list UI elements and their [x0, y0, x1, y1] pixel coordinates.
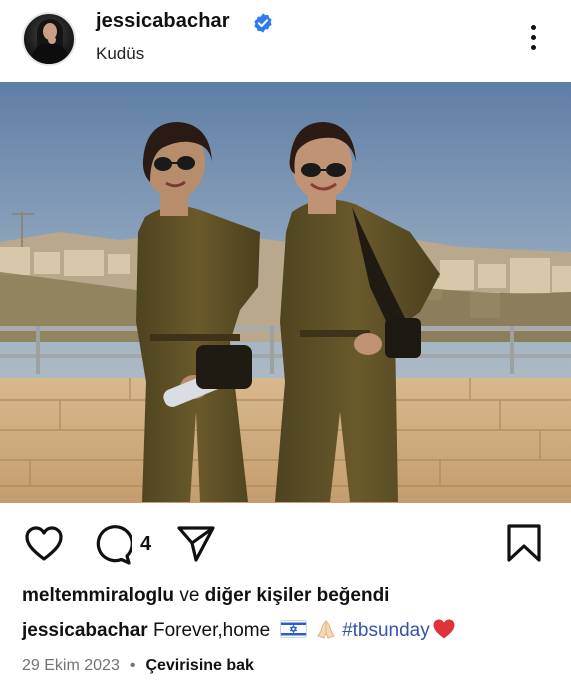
post-location[interactable]: Kudüs: [96, 44, 144, 64]
folded-hands-icon: [317, 620, 335, 639]
caption-text: Forever,home: [152, 620, 271, 641]
meta-separator: •: [129, 657, 136, 674]
liker-username[interactable]: meltemmiraloglu: [22, 585, 174, 606]
post-action-bar: 4: [0, 503, 571, 583]
post-date: 29 Ekim 2023: [22, 657, 120, 674]
share-icon[interactable]: [176, 523, 216, 563]
post-meta: 29 Ekim 2023 • Çevirisine bak: [22, 657, 254, 675]
profile-avatar[interactable]: [22, 12, 76, 66]
likes-others[interactable]: diğer kişiler beğendi: [205, 585, 390, 606]
post-username[interactable]: jessicabachar: [96, 10, 230, 33]
see-translation-link[interactable]: Çevirisine bak: [145, 657, 254, 674]
post-photo[interactable]: [0, 82, 571, 503]
verified-badge-icon: [254, 13, 272, 33]
like-icon[interactable]: [24, 524, 64, 564]
israel-flag-icon: [279, 620, 307, 638]
post-caption: jessicabachar Forever,home #tbsunday: [22, 618, 456, 642]
caption-username[interactable]: jessicabachar: [22, 620, 148, 641]
likes-summary[interactable]: meltemmiraloglu ve diğer kişiler beğendi: [22, 585, 389, 607]
comment-count[interactable]: 4: [140, 533, 151, 556]
comment-icon[interactable]: [92, 523, 132, 565]
red-heart-icon: [433, 619, 455, 639]
likes-connector: ve: [174, 585, 205, 606]
bookmark-icon[interactable]: [506, 523, 542, 563]
more-options-icon[interactable]: [522, 22, 546, 54]
post-header: jessicabachar Kudüs: [0, 0, 571, 82]
caption-hashtag[interactable]: #tbsunday: [342, 620, 430, 641]
